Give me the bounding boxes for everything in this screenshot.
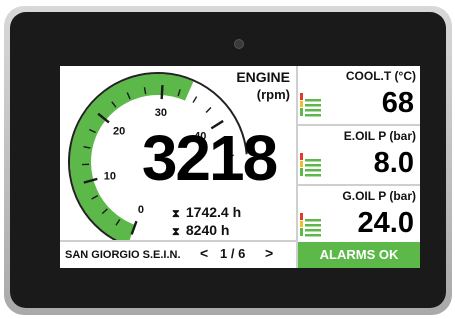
coolant-temp-value: 68 <box>381 87 414 119</box>
next-page-button[interactable]: > <box>265 245 273 261</box>
alarm-status-button[interactable]: ALARMS OK <box>298 242 420 268</box>
gear-oil-pressure-panel[interactable]: G.OIL P (bar) 24.0 <box>298 186 420 240</box>
gauge-minor-tick <box>205 106 212 113</box>
gauge-tick-label: 0 <box>138 204 144 216</box>
gauge-minor-tick <box>192 96 198 103</box>
engine-oil-pressure-label: E.OIL P (bar) <box>343 129 416 143</box>
brand-name: SAN GIORGIO S.E.I.N. <box>65 249 181 261</box>
engine-oil-pressure-value: 8.0 <box>373 147 414 179</box>
gauge-tick-label: 30 <box>155 107 167 119</box>
hours-value-2: 8240 h <box>185 222 230 238</box>
camera-lens <box>234 39 244 49</box>
gear-oil-pressure-value: 24.0 <box>357 207 414 239</box>
engine-oil-pressure-panel[interactable]: E.OIL P (bar) 8.0 <box>298 126 420 184</box>
engine-unit: (rpm) <box>256 87 290 102</box>
gear-oil-pressure-label: G.OIL P (bar) <box>342 189 416 203</box>
gauge-major-tick <box>160 85 164 100</box>
display-screen: 0 10 20 30 40 ENGINE (rpm) 3218 ⧗ 1742.4 h ⧗… <box>60 66 420 268</box>
prev-page-button[interactable]: < <box>200 245 208 261</box>
footer-bar: SAN GIORGIO S.E.I.N. < 1 / 6 > <box>60 242 296 268</box>
rpm-value: 3218 <box>141 122 278 194</box>
coolant-temp-label: COOL.T (°C) <box>345 69 416 83</box>
gauge-tick-label: 10 <box>104 170 116 182</box>
bar-level-icon <box>300 213 321 237</box>
coolant-temp-panel[interactable]: COOL.T (°C) 68 <box>298 66 420 124</box>
hourglass-icon: ⧗ <box>172 208 180 220</box>
engine-title: ENGINE <box>236 69 290 85</box>
hours-row-2: ⧗ 8240 h <box>172 222 229 239</box>
hours-row-1: ⧗ 1742.4 h <box>172 204 241 221</box>
engine-panel: 0 10 20 30 40 ENGINE (rpm) 3218 ⧗ 1742.4 h ⧗… <box>60 66 296 240</box>
bar-level-icon <box>300 153 321 177</box>
hourglass-icon: ⧗ <box>172 226 180 238</box>
bar-level-icon <box>300 93 321 117</box>
hours-value-1: 1742.4 h <box>185 204 242 220</box>
page-indicator: 1 / 6 <box>220 246 246 261</box>
